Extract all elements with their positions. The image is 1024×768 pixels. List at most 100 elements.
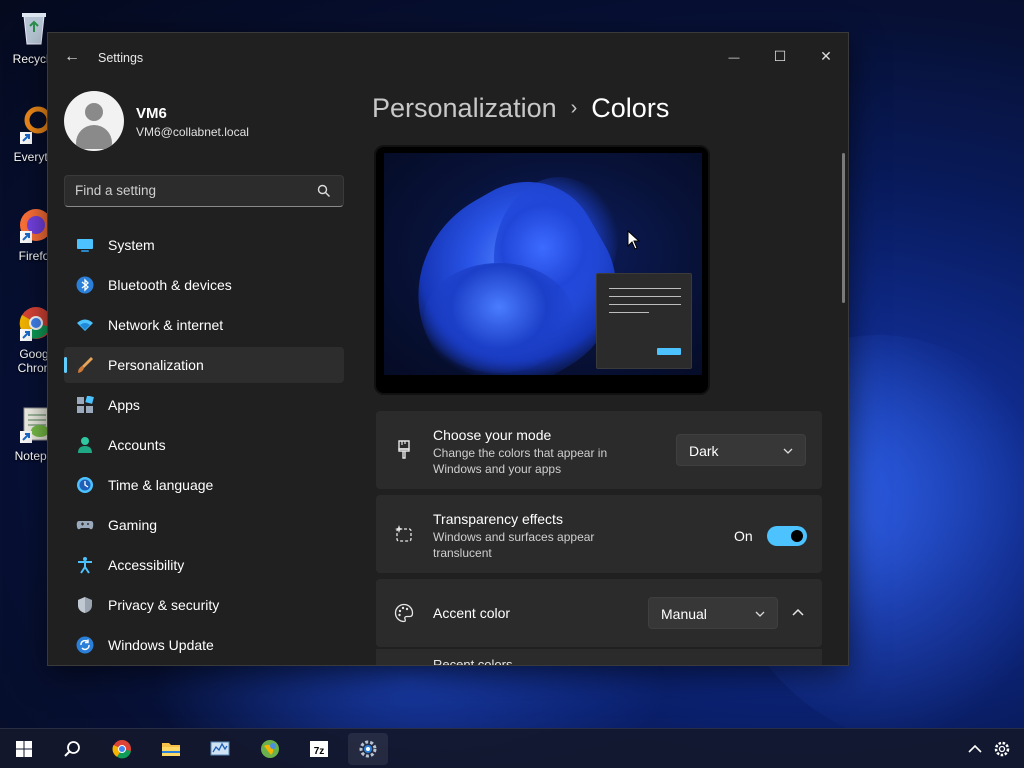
gamepad-icon xyxy=(76,521,94,530)
minimize-icon: — xyxy=(728,52,740,64)
mouse-cursor-icon xyxy=(627,230,641,250)
sidebar-item-label: System xyxy=(108,237,155,253)
mode-card-title: Choose your mode xyxy=(433,427,552,443)
network-icon xyxy=(77,319,93,331)
settings-window: ← Settings — ☐ ✕ VM6 VM6@collabnet.local… xyxy=(47,32,849,666)
transparency-card-title: Transparency effects xyxy=(433,511,563,527)
gear-icon xyxy=(359,740,377,758)
sidebar-item-label: Bluetooth & devices xyxy=(108,277,232,293)
preview-bloom xyxy=(424,263,574,373)
chevron-up-icon xyxy=(968,744,982,753)
sidebar-item-network[interactable]: Network & internet xyxy=(64,307,344,343)
accounts-icon xyxy=(78,437,92,453)
taskbar-7zip[interactable]: 7z xyxy=(299,733,339,765)
preview-accent-button xyxy=(657,348,681,355)
accent-collapse-button[interactable] xyxy=(784,599,812,627)
back-arrow-icon: ← xyxy=(64,48,80,65)
sidebar-item-label: Windows Update xyxy=(108,637,214,653)
maximize-button[interactable]: ☐ xyxy=(757,41,803,71)
title-bar[interactable]: ← Settings — ☐ ✕ xyxy=(48,33,848,81)
sidebar-item-label: Accounts xyxy=(108,437,166,453)
palette-icon xyxy=(394,603,414,623)
brush-icon xyxy=(78,357,93,373)
clock-icon xyxy=(77,477,93,493)
avatar[interactable] xyxy=(64,91,124,151)
page-title: Colors xyxy=(591,93,670,123)
sidebar-item-system[interactable]: System xyxy=(64,227,344,263)
close-button[interactable]: ✕ xyxy=(803,41,848,71)
minimize-button[interactable]: — xyxy=(711,41,757,71)
globe-icon xyxy=(261,740,279,758)
sidebar-item-privacy-security[interactable]: Privacy & security xyxy=(64,587,344,623)
accent-dropdown-value: Manual xyxy=(661,606,707,622)
close-icon: ✕ xyxy=(820,48,832,64)
recent-colors-section: Recent colors xyxy=(376,649,822,665)
preview-line xyxy=(609,312,649,313)
system-icon xyxy=(77,239,93,252)
monitor-chart-icon xyxy=(210,741,230,756)
preview-taskbar xyxy=(376,375,708,393)
search-input[interactable] xyxy=(75,183,305,198)
tray-settings-button[interactable] xyxy=(990,733,1014,765)
taskbar-chrome[interactable] xyxy=(102,733,142,765)
taskbar-search-button[interactable] xyxy=(52,733,92,765)
accent-color-card: Accent color Manual xyxy=(376,579,822,647)
sidebar-item-label: Network & internet xyxy=(108,317,224,333)
update-icon xyxy=(76,636,94,654)
taskbar-file-explorer[interactable] xyxy=(151,733,191,765)
apps-icon xyxy=(77,396,94,413)
chevron-up-icon xyxy=(792,608,804,616)
accent-dropdown[interactable]: Manual xyxy=(648,597,778,629)
accessibility-icon xyxy=(78,557,92,574)
window-title: Settings xyxy=(98,51,144,65)
sidebar: VM6 VM6@collabnet.local System Bluetooth… xyxy=(48,81,358,665)
folder-icon xyxy=(162,743,180,756)
sidebar-item-time-language[interactable]: Time & language xyxy=(64,467,344,503)
chrome-icon xyxy=(112,740,131,759)
shield-icon xyxy=(78,597,92,613)
sidebar-item-label: Privacy & security xyxy=(108,597,220,613)
sidebar-item-bluetooth[interactable]: Bluetooth & devices xyxy=(64,267,344,303)
sidebar-item-label: Time & language xyxy=(108,477,214,493)
nav-list: System Bluetooth & devices Network & int… xyxy=(64,227,344,665)
search-box[interactable] xyxy=(64,175,344,207)
transparency-state-label: On xyxy=(734,528,753,544)
user-name: VM6 xyxy=(136,105,167,122)
sidebar-item-accounts[interactable]: Accounts xyxy=(64,427,344,463)
taskbar-settings[interactable] xyxy=(348,733,388,765)
breadcrumb: Personalization › Colors xyxy=(372,93,669,124)
scrollbar-thumb[interactable] xyxy=(842,153,845,303)
gear-icon xyxy=(994,741,1010,757)
7zip-icon: 7z xyxy=(310,741,328,757)
toggle-knob xyxy=(791,530,803,542)
sidebar-item-gaming[interactable]: Gaming xyxy=(64,507,344,543)
transparency-card-description: Windows and surfaces appear translucent xyxy=(433,530,595,560)
sidebar-item-accessibility[interactable]: Accessibility xyxy=(64,547,344,583)
show-hidden-icons-button[interactable] xyxy=(963,733,987,765)
maximize-icon: ☐ xyxy=(773,48,787,64)
preview-line xyxy=(609,304,681,305)
mode-dropdown-value: Dark xyxy=(689,443,719,459)
mode-card: Choose your mode Change the colors that … xyxy=(376,411,822,489)
sidebar-item-apps[interactable]: Apps xyxy=(64,387,344,423)
sidebar-item-windows-update[interactable]: Windows Update xyxy=(64,627,344,663)
main-content: Personalization › Colors Choose your mode xyxy=(358,81,848,665)
search-icon xyxy=(64,741,80,757)
preview-line xyxy=(609,296,681,297)
mode-dropdown[interactable]: Dark xyxy=(676,434,806,466)
sidebar-item-label: Accessibility xyxy=(108,557,185,573)
start-button[interactable] xyxy=(4,733,44,765)
transparency-toggle[interactable] xyxy=(767,526,807,546)
chevron-down-icon xyxy=(755,611,765,617)
taskbar-resource-monitor[interactable] xyxy=(200,733,240,765)
taskbar-browser[interactable] xyxy=(250,733,290,765)
sidebar-item-label: Personalization xyxy=(108,357,204,373)
breadcrumb-parent[interactable]: Personalization xyxy=(372,93,557,123)
mode-card-description: Change the colors that appear in Windows… xyxy=(433,446,608,476)
preview-wallpaper xyxy=(384,153,702,377)
avatar-head xyxy=(85,103,103,121)
transparency-icon xyxy=(395,525,412,542)
back-button[interactable]: ← xyxy=(62,47,82,67)
sidebar-item-personalization[interactable]: Personalization xyxy=(64,347,344,383)
sidebar-item-label: Gaming xyxy=(108,517,158,533)
